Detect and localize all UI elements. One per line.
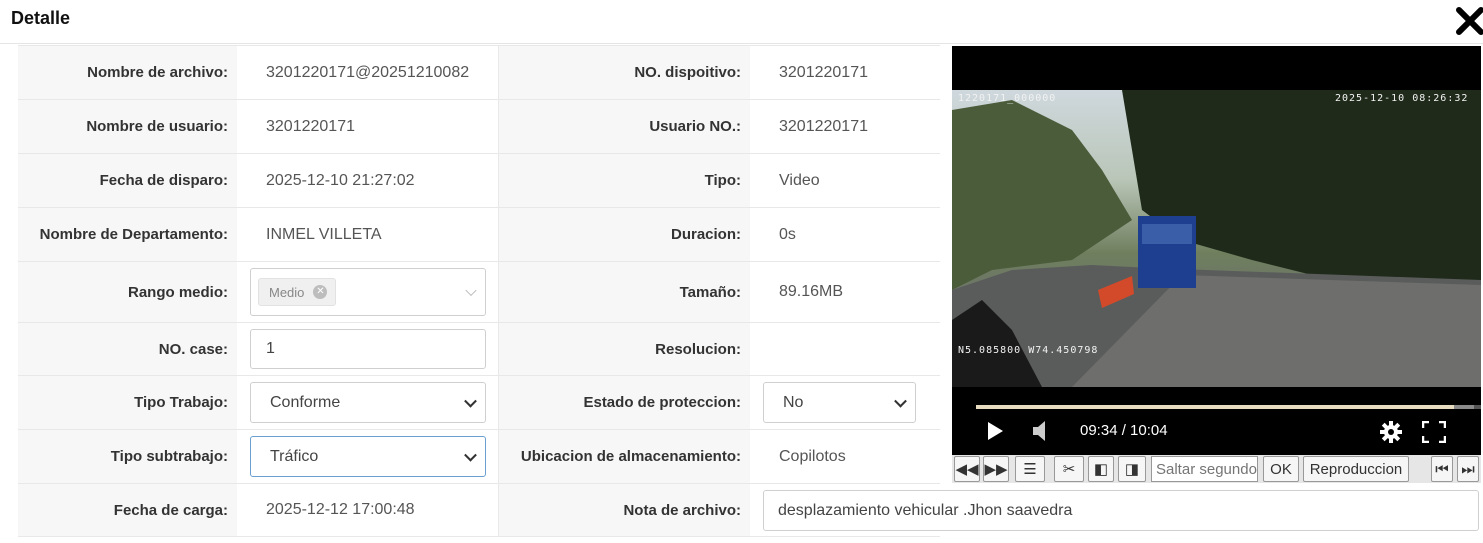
dialog-title: Detalle	[11, 8, 71, 28]
media-range-label: Rango medio:	[18, 262, 237, 322]
file-name-label: Nombre de archivo:	[18, 46, 237, 99]
form-row: Nombre de archivo: 3201220171@2025121008…	[18, 46, 940, 100]
file-name-value: 3201220171@20251210082	[266, 63, 470, 81]
tag-remove-icon[interactable]: ✕	[313, 285, 328, 299]
video-osd-datetime: 2025-12-10 08:26:32	[1335, 93, 1469, 104]
chevron-down-icon	[465, 284, 477, 297]
video-scene-image	[952, 90, 1481, 387]
duration-value: 0s	[779, 225, 796, 243]
work-type-label: Tipo Trabajo:	[18, 376, 237, 429]
size-label: Tamaño:	[498, 262, 750, 322]
video-timecode: 09:34 / 10:04	[1080, 422, 1168, 439]
size-value: 89.16MB	[779, 283, 844, 300]
form-row: Tipo Trabajo: Conforme Estado de protecc…	[18, 376, 940, 430]
storage-value: Copilotos	[779, 447, 846, 465]
media-range-tag-label: Medio	[269, 284, 305, 300]
detail-form: Nombre de archivo: 3201220171@2025121008…	[18, 45, 940, 537]
ok-button[interactable]: OK	[1263, 456, 1299, 482]
video-progress-fill	[976, 405, 1456, 409]
indent-list-icon[interactable]: ☰	[1015, 456, 1045, 482]
media-range-tag: Medio ✕	[258, 278, 337, 306]
player-toolbar: ◀◀ ▶▶ ☰ ✂ ◧ ◨ OK Reproduccion ⏮ ⏭	[952, 455, 1481, 483]
user-no-label: Usuario NO.:	[498, 100, 750, 153]
settings-icon[interactable]	[1379, 420, 1403, 444]
dialog-header: Detalle	[0, 0, 1483, 44]
video-frame: 1220171_000000 2025-12-10 08:26:32 N5.08…	[952, 90, 1481, 387]
form-row: Rango medio: Medio ✕ Tamaño: 89.16MB	[18, 262, 940, 323]
fullscreen-icon[interactable]	[1422, 421, 1446, 443]
user-no-value: 3201220171	[779, 117, 868, 135]
type-value: Video	[779, 171, 820, 189]
video-progress-bar[interactable]	[976, 405, 1481, 409]
subwork-type-value: Tráfico	[270, 447, 319, 465]
chevron-down-icon	[894, 394, 907, 408]
subwork-type-label: Tipo subtrabajo:	[18, 430, 237, 483]
user-name-value: 3201220171	[266, 117, 355, 135]
trigger-date-value: 2025-12-10 21:27:02	[266, 171, 415, 189]
close-icon[interactable]	[1455, 6, 1483, 36]
trigger-date-label: Fecha de disparo:	[18, 154, 237, 207]
protection-value: No	[783, 393, 804, 411]
work-type-select[interactable]: Conforme	[250, 382, 486, 423]
protection-label: Estado de proteccion:	[498, 376, 750, 429]
file-note-input[interactable]: desplazamiento vehicular .Jhon saavedra	[763, 490, 1479, 531]
frame-forward-icon[interactable]: ◨	[1118, 456, 1146, 482]
video-osd-gps: N5.085800 W74.450798	[958, 345, 1099, 356]
type-label: Tipo:	[498, 154, 750, 207]
case-no-label: NO. case:	[18, 323, 237, 375]
seek-seconds-input[interactable]	[1151, 456, 1258, 482]
volume-icon[interactable]	[1032, 420, 1050, 442]
video-player[interactable]: 1220171_000000 2025-12-10 08:26:32 N5.08…	[952, 46, 1481, 455]
media-range-select[interactable]: Medio ✕	[250, 268, 486, 316]
form-row: Nombre de Departamento: INMEL VILLETA Du…	[18, 208, 940, 262]
department-label: Nombre de Departamento:	[18, 208, 237, 261]
chevron-down-icon	[464, 394, 477, 408]
protection-select[interactable]: No	[763, 382, 916, 423]
storage-label: Ubicacion de almacenamiento:	[498, 430, 750, 483]
upload-date-label: Fecha de carga:	[18, 484, 237, 536]
form-row: Fecha de disparo: 2025-12-10 21:27:02 Ti…	[18, 154, 940, 208]
form-row: Nombre de usuario: 3201220171 Usuario NO…	[18, 100, 940, 154]
device-no-value: 3201220171	[779, 63, 868, 81]
form-row: NO. case: 1 Resolucion:	[18, 323, 940, 376]
fast-forward-icon[interactable]: ▶▶	[983, 456, 1009, 482]
frame-back-icon[interactable]: ◧	[1088, 456, 1114, 482]
skip-previous-icon[interactable]: ⏮	[1431, 456, 1453, 482]
device-no-label: NO. dispoitivo:	[498, 46, 750, 99]
department-value: INMEL VILLETA	[266, 225, 382, 243]
duration-label: Duracion:	[498, 208, 750, 261]
video-buffer	[1454, 405, 1474, 409]
chevron-down-icon	[464, 448, 477, 462]
resolution-label: Resolucion:	[498, 323, 750, 375]
scissors-icon[interactable]: ✂	[1054, 456, 1084, 482]
subwork-type-select[interactable]: Tráfico	[250, 436, 486, 477]
upload-date-value: 2025-12-12 17:00:48	[266, 501, 415, 518]
file-note-label: Nota de archivo:	[498, 484, 750, 536]
playback-button[interactable]: Reproduccion	[1303, 456, 1409, 482]
form-row: Tipo subtrabajo: Tráfico Ubicacion de al…	[18, 430, 940, 484]
work-type-value: Conforme	[270, 393, 341, 411]
video-osd-id: 1220171_000000	[958, 93, 1057, 104]
user-name-label: Nombre de usuario:	[18, 100, 237, 153]
case-no-input[interactable]: 1	[250, 329, 486, 369]
rewind-icon[interactable]: ◀◀	[954, 456, 980, 482]
play-icon[interactable]	[986, 421, 1004, 441]
resolution-value	[750, 323, 940, 375]
skip-next-icon[interactable]: ⏭	[1457, 456, 1479, 482]
